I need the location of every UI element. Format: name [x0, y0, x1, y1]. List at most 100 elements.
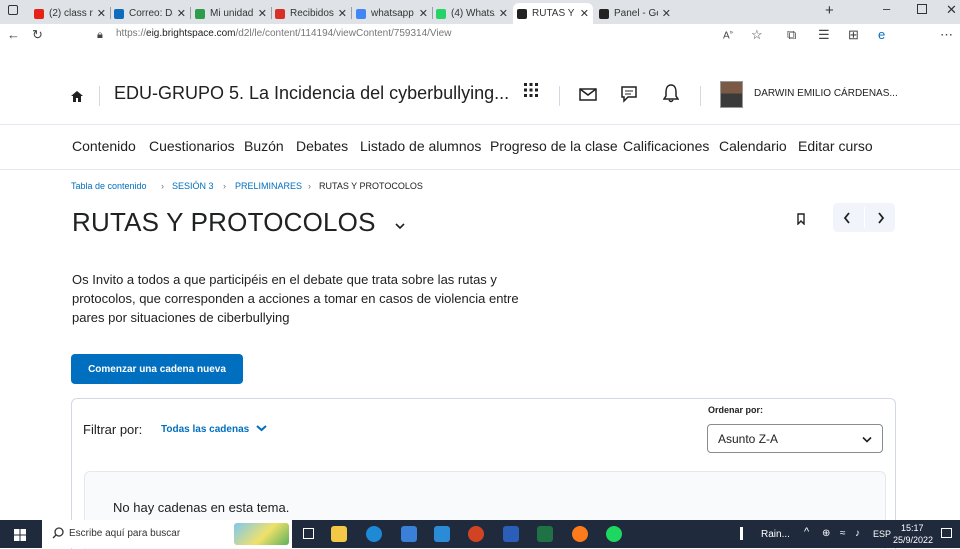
- sort-select[interactable]: Asunto Z-A: [707, 424, 883, 453]
- edge-taskbar-icon[interactable]: [366, 526, 382, 542]
- tab-label: Recibidos (28: [290, 8, 334, 19]
- previous-topic-button[interactable]: [843, 211, 851, 229]
- mail-icon[interactable]: [579, 88, 597, 106]
- nav-item[interactable]: Debates: [296, 138, 348, 154]
- breadcrumb-separator: ›: [223, 181, 226, 191]
- weather-text[interactable]: Rain...: [761, 529, 790, 540]
- breadcrumb-item-session[interactable]: SESIÓN 3: [172, 181, 214, 191]
- volume-icon[interactable]: ♪: [855, 528, 860, 539]
- url-field[interactable]: https://eig.brightspace.com/d2l/le/conte…: [116, 28, 451, 39]
- tab-favicon-icon: [34, 8, 44, 19]
- header-divider: [99, 86, 100, 106]
- windows-start-icon[interactable]: [14, 528, 26, 546]
- more-menu-icon[interactable]: ⋯: [940, 27, 953, 43]
- taskbar-search-box[interactable]: Escribe aquí para buscar: [42, 520, 292, 548]
- language-indicator[interactable]: ESP: [873, 529, 891, 539]
- nav-item[interactable]: Buzón: [244, 138, 284, 154]
- browser-tab[interactable]: Correo: Darwi✕: [110, 3, 190, 24]
- nav-item[interactable]: Listado de alumnos: [360, 138, 481, 154]
- bell-icon[interactable]: [662, 84, 680, 108]
- close-tab-icon[interactable]: ✕: [576, 7, 593, 20]
- home-icon[interactable]: [71, 89, 83, 107]
- edge-icon[interactable]: e: [878, 27, 885, 42]
- file-explorer-icon[interactable]: [331, 526, 347, 542]
- url-host: eig.brightspace.com: [146, 28, 236, 39]
- close-window-button[interactable]: ✕: [946, 2, 957, 18]
- close-tab-icon[interactable]: ✕: [173, 7, 190, 20]
- extensions-icon[interactable]: ⧉: [787, 27, 796, 43]
- breadcrumb-item-contents[interactable]: Tabla de contenido: [71, 181, 147, 191]
- wifi-icon[interactable]: ≈: [840, 528, 846, 539]
- course-selector-icon[interactable]: [524, 83, 538, 102]
- breadcrumb-item-preliminares[interactable]: PRELIMINARES: [235, 181, 302, 191]
- nav-item[interactable]: Calendario: [719, 138, 787, 154]
- restore-button[interactable]: [917, 4, 927, 14]
- browser-tab[interactable]: (4) WhatsApp✕: [432, 3, 512, 24]
- header-divider: [700, 86, 701, 106]
- browser-tab[interactable]: Recibidos (28✕: [271, 3, 351, 24]
- empty-message: No hay cadenas en esta tema.: [113, 500, 290, 515]
- refresh-icon[interactable]: ↻: [32, 27, 43, 43]
- nav-item[interactable]: Progreso de la clase: [490, 138, 618, 154]
- minimize-button[interactable]: –: [883, 1, 890, 16]
- browser-tab[interactable]: whatsapp we✕: [352, 3, 432, 24]
- chat-icon[interactable]: [620, 85, 638, 108]
- new-tab-button[interactable]: +: [825, 2, 834, 19]
- close-tab-icon[interactable]: ✕: [658, 7, 675, 20]
- url-prefix: https://: [116, 28, 147, 39]
- user-name[interactable]: DARWIN EMILIO CÁRDENAS...: [754, 88, 898, 99]
- close-tab-icon[interactable]: ✕: [93, 7, 110, 20]
- spotify-icon[interactable]: [606, 526, 622, 542]
- tab-favicon-icon: [195, 8, 205, 19]
- avatar[interactable]: [720, 81, 743, 108]
- chevron-down-icon: [256, 425, 267, 432]
- mail-taskbar-icon[interactable]: [434, 526, 450, 542]
- search-icon: [52, 526, 64, 544]
- breadcrumb-separator: ›: [308, 181, 311, 191]
- back-icon[interactable]: ←: [7, 27, 20, 42]
- notification-icon[interactable]: [941, 528, 952, 538]
- filter-dropdown[interactable]: Todas las cadenas: [161, 424, 267, 435]
- tab-actions-icon[interactable]: [8, 5, 18, 15]
- word-icon[interactable]: [503, 526, 519, 542]
- topic-pager: [833, 203, 895, 232]
- next-topic-button[interactable]: [877, 211, 885, 229]
- excel-icon[interactable]: [537, 526, 553, 542]
- tab-label: RUTAS Y PRO: [532, 8, 576, 19]
- task-view-icon[interactable]: [303, 528, 314, 539]
- favorites-icon[interactable]: ☰: [818, 27, 830, 43]
- browser-tab[interactable]: RUTAS Y PRO✕: [513, 3, 593, 24]
- weather-icon[interactable]: [740, 527, 743, 540]
- store-icon[interactable]: [401, 526, 417, 542]
- close-tab-icon[interactable]: ✕: [415, 7, 432, 20]
- close-tab-icon[interactable]: ✕: [254, 7, 271, 20]
- page-title: RUTAS Y PROTOCOLOS: [72, 207, 376, 237]
- bookmark-icon[interactable]: [797, 212, 805, 230]
- clock-time[interactable]: 15:17: [901, 523, 924, 533]
- powerpoint-icon[interactable]: [468, 526, 484, 542]
- search-highlight-image: [234, 523, 289, 545]
- browser-tab[interactable]: Panel - Genia✕: [595, 3, 675, 24]
- course-title[interactable]: EDU-GRUPO 5. La Incidencia del cyberbull…: [114, 83, 509, 104]
- close-tab-icon[interactable]: ✕: [334, 7, 351, 20]
- start-thread-button[interactable]: Comenzar una cadena nueva: [71, 354, 243, 384]
- tab-favicon-icon: [599, 8, 609, 19]
- tab-favicon-icon: [114, 8, 124, 19]
- browser-tab[interactable]: Mi unidad - G✕: [191, 3, 271, 24]
- browser-tab[interactable]: (2) class romm✕: [30, 3, 110, 24]
- tab-favicon-icon: [356, 8, 366, 19]
- collections-icon[interactable]: ⊞: [848, 27, 859, 43]
- nav-item[interactable]: Editar curso: [798, 138, 873, 154]
- close-tab-icon[interactable]: ✕: [495, 7, 512, 20]
- chevron-down-icon[interactable]: [395, 217, 405, 235]
- nav-item[interactable]: Cuestionarios: [149, 138, 235, 154]
- nav-item[interactable]: Calificaciones: [623, 138, 709, 154]
- tray-chevron-icon[interactable]: ^: [804, 526, 809, 538]
- favorite-star-icon[interactable]: ☆: [751, 27, 763, 43]
- browser-tab-bar: (2) class romm✕Correo: Darwi✕Mi unidad -…: [0, 0, 960, 24]
- firefox-icon[interactable]: [572, 526, 588, 542]
- clock-date[interactable]: 25/9/2022: [893, 535, 933, 545]
- nav-item[interactable]: Contenido: [72, 138, 136, 154]
- network-icon[interactable]: ⊕: [822, 528, 830, 539]
- read-aloud-icon[interactable]: A»: [723, 30, 733, 41]
